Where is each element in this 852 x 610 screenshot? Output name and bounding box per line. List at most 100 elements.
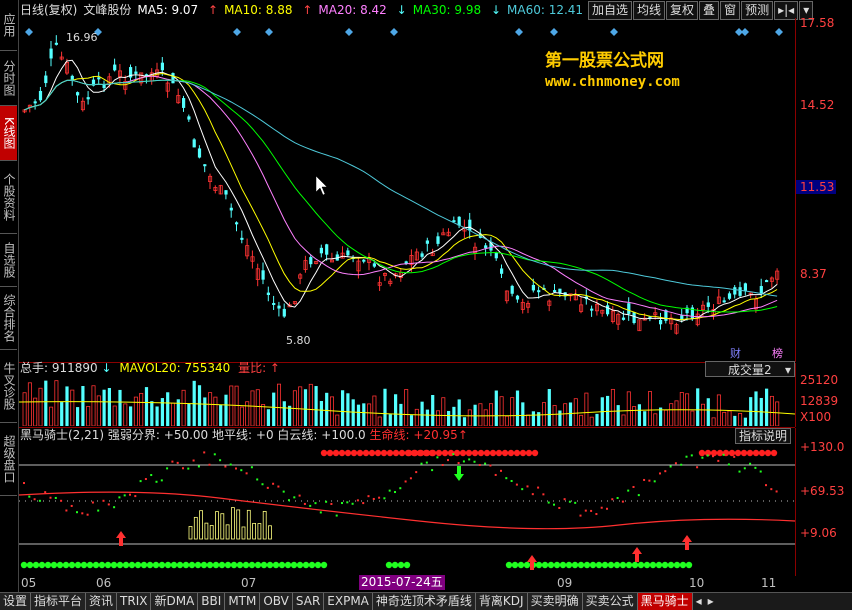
candle-body [235,222,239,225]
tab-expma[interactable]: EXPMA [324,593,373,610]
nav-item-intraday[interactable]: 分时图 [0,51,17,106]
volume-bar [107,388,111,426]
nav-item-watchlist[interactable]: 自选股 [0,234,17,287]
green-signal-dot [589,561,597,569]
nav-item-ranking[interactable]: 综合排名 [0,287,17,350]
ma30-value: MA30: 9.98 [412,3,482,17]
red-signal-dot [740,449,748,457]
green-signal-dot [80,561,88,569]
red-signal-dot [423,449,431,457]
indicator-dot [436,456,439,459]
tab-buy-sell-clear[interactable]: 买卖明确 [527,593,583,610]
volume-bar [674,400,679,426]
indicator-dot [611,498,614,501]
red-signal-dot [477,449,485,457]
tab-trix[interactable]: TRIX [117,593,152,610]
indicator-dot [712,455,714,458]
green-signal-dot [44,561,52,569]
volume-bar [754,391,758,426]
volume-bar [261,404,266,426]
indicator-dot [531,493,534,496]
indicator-dot [510,479,513,482]
red-signal-dot [507,449,515,457]
indicator-dot [526,485,529,488]
red-signal-dot [746,449,754,457]
green-signal-dot [685,561,693,569]
marker-diamond-icon [25,28,33,36]
nav-item-kline[interactable]: K线图 [0,106,17,161]
tab-new-dma[interactable]: 新DMA [151,593,199,610]
indicator-dot [309,504,312,507]
nav-item-stock-profile[interactable]: 个股资料 [0,161,17,234]
green-signal-dot [26,561,34,569]
tab-buy-sell-formula[interactable]: 买卖公式 [582,593,638,610]
ind-tick-3: +9.06 [800,526,837,540]
indicator-dot [277,485,280,488]
indicator-dot [500,469,502,472]
indicator-dot [468,458,471,461]
tab-indicator-platform[interactable]: 指标平台 [31,593,87,610]
red-signal-dot [344,449,352,457]
tab-bbi[interactable]: BBI [198,593,226,610]
indicator-dot [129,493,131,496]
scroll-right-icon[interactable]: ▸ [704,593,717,610]
tab-settings[interactable]: 设置 [0,593,32,610]
indicator-dot [76,511,78,514]
indicator-dot [595,513,598,516]
green-signal-dot [146,561,154,569]
indicator-dot [579,514,582,517]
volume-chart[interactable] [19,380,795,426]
tab-obv[interactable]: OBV [260,593,293,610]
chevron-down-icon: ▾ [784,363,791,377]
finance-badge[interactable]: 财 [730,345,741,361]
volume-bar [499,396,504,426]
tab-sar[interactable]: SAR [292,593,325,610]
candle-body [346,250,350,256]
volume-bar [447,410,451,426]
indicator-dot [208,463,211,466]
indicator-dot [733,455,736,458]
tab-heima[interactable]: 黑马骑士 [637,593,693,610]
candle-body [722,300,726,303]
indicator-dot [621,500,624,503]
volume-bar [488,403,493,426]
volume-ratio-label: 量比: ↑ [238,361,280,375]
green-signal-dot [403,561,411,569]
indicator-description-button[interactable]: 指标说明 [735,428,792,444]
candlestick-chart[interactable] [19,18,795,362]
price-axis: 17.58 14.52 11.53 8.37 [796,0,852,362]
tab-magic-top[interactable]: 神奇选顶术矛盾线 [372,593,476,610]
chart-mode[interactable]: 日线(复权) [20,3,77,17]
candle-body [44,75,48,84]
indicator-dot [717,459,720,462]
nav-item-diagnosis[interactable]: 牛叉诊股 [0,350,17,423]
heima-indicator-chart[interactable] [19,443,795,575]
volume-indicator-select[interactable]: 成交量2 ▾ [705,361,795,377]
ranking-badge[interactable]: 榜 [772,345,783,361]
green-signal-dot [655,561,663,569]
indicator-header: 黑马骑士(2,21) 强弱分界: +50.00 地平线: +0 白云线: +10… [20,428,468,442]
green-signal-dot [649,561,657,569]
indicator-dot [462,460,465,463]
nav-item-super-quote[interactable]: 超级盘口 [0,423,17,496]
green-signal-dot [541,561,549,569]
volume-bar [690,410,695,426]
nav-item-apps[interactable]: 应用 [0,0,17,51]
tab-news[interactable]: 资讯 [86,593,118,610]
volume-bar [91,385,96,426]
tab-divergence-kdj[interactable]: 背离KDJ [475,593,528,610]
indicator-dot [81,512,84,515]
volume-bar [769,395,774,426]
volume-bar [765,388,769,426]
volume-bar [133,396,138,426]
candle-body [160,62,164,71]
green-signal-dot [206,561,214,569]
yellow-bar [230,507,235,540]
tab-mtm[interactable]: MTM [225,593,261,610]
volume-bar [404,389,409,426]
green-signal-dot [188,561,196,569]
scroll-left-icon[interactable]: ◂ [692,593,705,610]
green-signal-dot [637,561,645,569]
red-signal-dot [758,449,766,457]
indicator-name[interactable]: 黑马骑士(2,21) [20,428,104,442]
